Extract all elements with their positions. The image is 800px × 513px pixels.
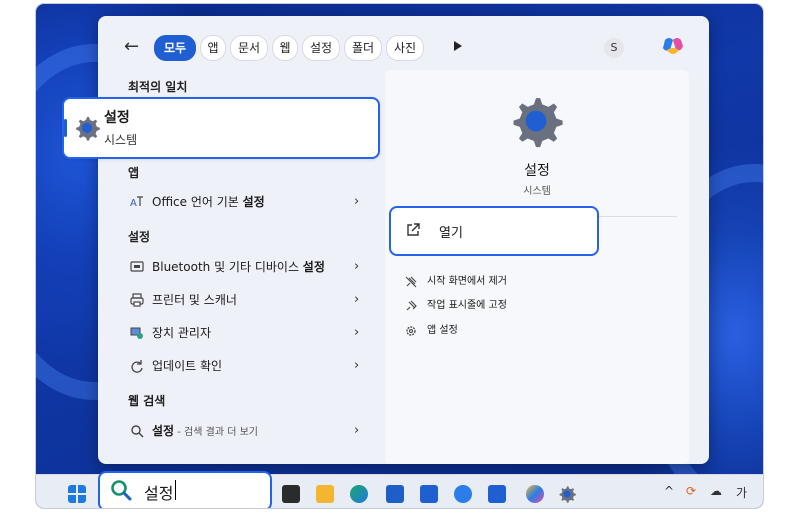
paint-app-icon[interactable] [526, 485, 544, 503]
result-label: Bluetooth 및 기타 디바이스 설정 [152, 260, 325, 274]
pin-icon [406, 300, 417, 311]
section-best-match: 최적의 일치 [128, 80, 188, 94]
desktop-window: ← 모두 앱 문서 웹 설정 폴더 사진 S 최적의 일치 설정 시스템 앱 A… [36, 4, 763, 508]
open-external-icon [407, 223, 420, 236]
device-manager-icon [130, 327, 143, 339]
filter-web[interactable]: 웹 [272, 35, 298, 61]
chevron-right-icon: › [354, 358, 360, 373]
phone-link-icon[interactable] [488, 485, 506, 503]
selection-indicator [64, 119, 67, 137]
more-filters-icon[interactable] [454, 41, 462, 51]
back-arrow-icon[interactable]: ← [124, 36, 139, 57]
gear-icon [406, 326, 416, 336]
unpin-icon [405, 276, 417, 288]
result-bluetooth[interactable]: Bluetooth 및 기타 디바이스 설정 › [128, 255, 368, 279]
search-input[interactable]: 설정 [144, 480, 173, 504]
best-match-subtitle: 시스템 [104, 133, 138, 147]
avatar[interactable]: S [604, 38, 624, 58]
result-office-language[interactable]: A Office 언어 기본 설정 › [128, 190, 368, 214]
refresh-icon [131, 360, 143, 373]
taskbar: 설정 ^ ⟳ ☁ 가 [36, 471, 763, 508]
filter-documents[interactable]: 문서 [230, 35, 268, 61]
search-icon [131, 425, 144, 438]
chevron-right-icon: › [354, 194, 360, 209]
printer-icon [130, 293, 144, 307]
sync-app-icon[interactable] [454, 485, 472, 503]
detail-title: 설정 [524, 163, 550, 179]
filter-photos[interactable]: 사진 [386, 35, 424, 61]
chevron-right-icon: › [354, 292, 360, 307]
action-label: 작업 표시줄에 고정 [427, 300, 507, 311]
result-label: 업데이트 확인 [152, 359, 223, 373]
action-label: 앱 설정 [427, 325, 458, 336]
start-search-panel: ← 모두 앱 문서 웹 설정 폴더 사진 S 최적의 일치 설정 시스템 앱 A… [62, 16, 709, 464]
chevron-right-icon: › [354, 259, 360, 274]
copilot-icon[interactable] [661, 36, 685, 58]
filter-bar: ← 모두 앱 문서 웹 설정 폴더 사진 S [98, 16, 709, 74]
cloud-icon[interactable]: ☁ [710, 484, 722, 498]
result-label: 설정 - 검색 결과 더 보기 [152, 424, 258, 438]
action-label: 시작 화면에서 제거 [427, 276, 507, 287]
result-printers[interactable]: 프린터 및 스캐너 › [128, 288, 368, 312]
filter-settings[interactable]: 설정 [302, 35, 340, 61]
best-match-result[interactable]: 설정 시스템 [62, 97, 380, 159]
settings-gear-icon [513, 98, 563, 148]
language-icon: A [130, 196, 143, 209]
chevron-right-icon: › [354, 325, 360, 340]
detail-pane: 설정 시스템 열기 시작 화면에서 제거 작업 표시줄에 고정 앱 설정 [385, 70, 689, 464]
open-label: 열기 [439, 226, 463, 241]
filter-folders[interactable]: 폴더 [344, 35, 382, 61]
result-web-search[interactable]: 설정 - 검색 결과 더 보기 › [128, 419, 368, 443]
open-button[interactable]: 열기 [389, 206, 599, 256]
chevron-up-icon[interactable]: ^ [664, 484, 674, 498]
svg-text:A: A [130, 198, 137, 209]
detail-subtitle: 시스템 [523, 186, 551, 197]
search-icon [111, 480, 132, 501]
result-label: 프린터 및 스캐너 [152, 293, 237, 307]
windows-start-icon[interactable] [68, 485, 86, 503]
task-view-icon[interactable] [282, 485, 300, 503]
edge-browser-icon[interactable] [350, 485, 368, 503]
result-check-updates[interactable]: 업데이트 확인 › [128, 354, 368, 378]
result-label: 장치 관리자 [152, 326, 212, 340]
file-explorer-icon[interactable] [316, 485, 334, 503]
taskbar-search-box[interactable]: 설정 [98, 471, 272, 508]
devices-icon [130, 261, 144, 272]
chevron-right-icon: › [354, 423, 360, 438]
result-device-manager[interactable]: 장치 관리자 › [128, 321, 368, 345]
ime-indicator[interactable]: 가 [736, 484, 747, 501]
result-label: Office 언어 기본 설정 [152, 195, 265, 209]
text-caret [175, 480, 176, 500]
filter-all[interactable]: 모두 [154, 35, 196, 61]
store-icon[interactable] [386, 485, 404, 503]
section-web-search: 웹 검색 [128, 394, 166, 408]
best-match-title: 설정 [104, 110, 130, 126]
filter-apps[interactable]: 앱 [200, 35, 226, 61]
settings-gear-icon [76, 117, 100, 141]
app-icon[interactable] [420, 485, 438, 503]
section-apps: 앱 [128, 166, 140, 180]
refresh-icon[interactable]: ⟳ [686, 484, 696, 498]
settings-gear-icon[interactable] [558, 485, 576, 503]
section-settings: 설정 [128, 230, 151, 244]
